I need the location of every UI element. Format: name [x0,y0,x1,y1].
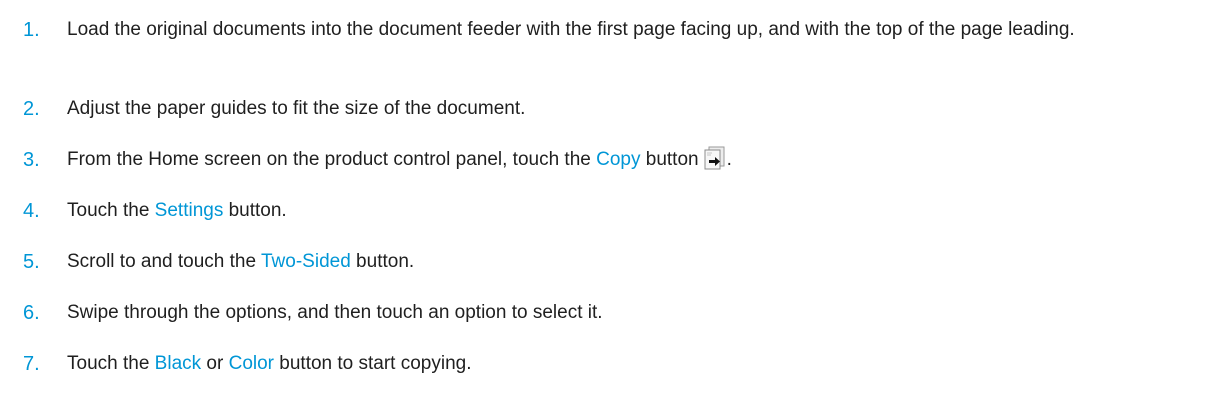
step-number: 5. [23,251,40,273]
step-text-after: button. [350,251,415,272]
black-button-term: Black [154,353,202,374]
step-number: 6. [23,302,40,324]
step-text-middle: or [201,353,229,374]
step-text: Touch the Settings button. [67,197,1207,225]
step-text-after: button. [223,200,287,221]
step-text-before: From the Home screen on the product cont… [67,149,597,170]
step-text: Adjust the paper guides to fit the size … [67,98,526,119]
step-text-before: Touch the [67,353,155,374]
copy-icon [703,146,727,170]
step-text-before: Scroll to and touch the [67,251,261,272]
step-text: Scroll to and touch the Two-Sided button… [67,248,1207,276]
step-text: Swipe through the options, and then touc… [67,302,603,323]
step-number: 1. [23,19,40,41]
two-sided-button-term: Two-Sided [261,251,351,272]
copy-button-term: Copy [596,149,641,170]
step-text-end: . [726,149,732,170]
step-number: 4. [23,200,40,222]
step-text-after: button [640,149,699,170]
step-number: 7. [23,353,40,375]
settings-button-term: Settings [154,200,224,221]
step-number: 3. [23,149,40,171]
step-number: 2. [23,98,40,120]
step-text: Load the original documents into the doc… [67,19,1075,40]
step-text-after: button to start copying. [274,353,472,374]
color-button-term: Color [228,353,274,374]
step-text: Touch the Black or Color button to start… [67,350,1207,378]
step-text: From the Home screen on the product cont… [67,146,1207,174]
step-text-before: Touch the [67,200,155,221]
